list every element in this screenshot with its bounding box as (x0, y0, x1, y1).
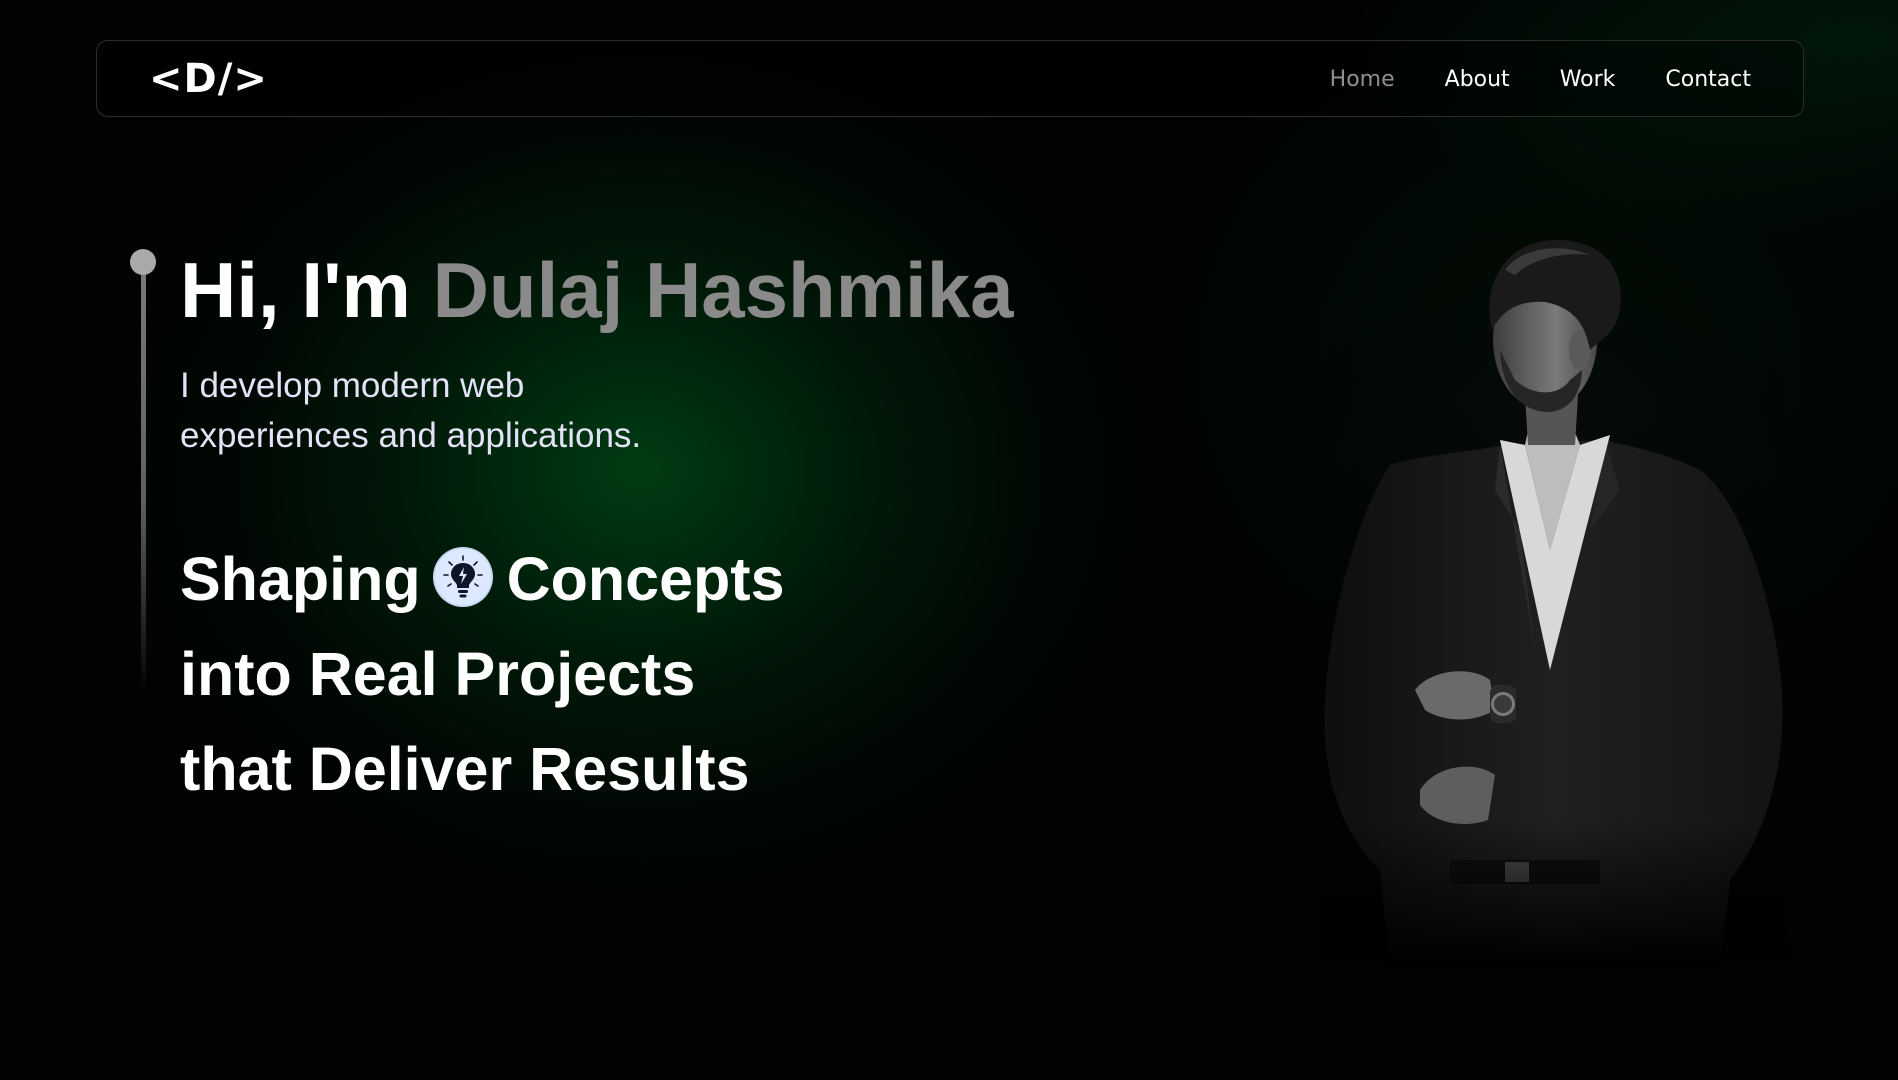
nav-link-about[interactable]: About (1445, 67, 1510, 92)
nav-link-work[interactable]: Work (1560, 67, 1616, 92)
tagline-word-concepts: Concepts (506, 545, 785, 613)
site-logo[interactable]: <D/> (149, 56, 268, 102)
hero-tagline: Shaping Concepts into Real Projects that… (180, 532, 785, 817)
timeline-line (141, 262, 146, 692)
hero-title: Hi, I'm Dulaj Hashmika (180, 248, 1013, 332)
hero-subtitle-line1: I develop modern web (180, 366, 525, 405)
nav-links: Home About Work Contact (1330, 41, 1751, 118)
portrait-photo (1320, 230, 1790, 965)
lightbulb-icon (432, 546, 493, 607)
hero-subtitle: I develop modern web experiences and app… (180, 361, 740, 461)
hero-name: Dulaj Hashmika (432, 246, 1014, 334)
hero-greeting: Hi, I'm (180, 246, 411, 334)
timeline-dot (130, 249, 156, 275)
tagline-word-shaping: Shaping (180, 545, 421, 613)
nav-link-contact[interactable]: Contact (1665, 67, 1751, 92)
tagline-line-3: that Deliver Results (180, 735, 750, 803)
navbar: <D/> Home About Work Contact (96, 40, 1804, 117)
page: <D/> Home About Work Contact Hi, I'm Dul… (0, 0, 1898, 1080)
tagline-line-2: into Real Projects (180, 640, 696, 708)
nav-link-home[interactable]: Home (1330, 67, 1395, 92)
tagline-line-1: Shaping Concepts (180, 532, 785, 627)
hero-subtitle-line2: experiences and applications. (180, 416, 642, 455)
